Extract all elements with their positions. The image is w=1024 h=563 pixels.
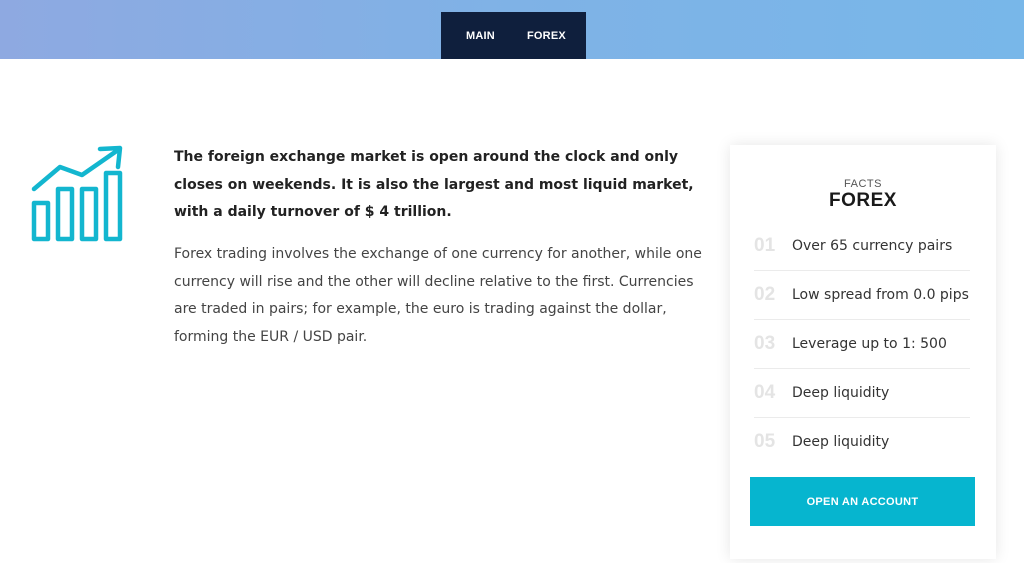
chart-bar-1: [31, 200, 51, 242]
nav-link-forex[interactable]: FOREX: [527, 30, 566, 42]
fact-number: 05: [754, 431, 776, 452]
facts-label: FACTS: [844, 178, 882, 190]
fact-number: 02: [754, 284, 776, 305]
chart-bar-4: [103, 170, 123, 242]
chart-bar-3: [79, 186, 99, 242]
fact-item: 01 Over 65 currency pairs: [754, 222, 970, 271]
fact-text: Deep liquidity: [792, 434, 890, 450]
body-paragraph: Forex trading involves the exchange of o…: [174, 246, 702, 345]
nav-link-main[interactable]: MAIN: [466, 30, 495, 42]
intro-paragraph: The foreign exchange market is open arou…: [174, 149, 694, 220]
fact-text: Deep liquidity: [792, 385, 890, 401]
chart-bar-2: [55, 186, 75, 242]
top-banner: MAIN FOREX: [0, 0, 1024, 59]
fact-item: 04 Deep liquidity: [754, 369, 970, 418]
growth-chart-icon: [31, 145, 123, 242]
fact-number: 01: [754, 235, 776, 256]
main-nav: MAIN FOREX: [441, 12, 586, 59]
fact-item: 02 Low spread from 0.0 pips: [754, 271, 970, 320]
open-account-button[interactable]: OPEN AN ACCOUNT: [750, 477, 975, 526]
fact-number: 03: [754, 333, 776, 354]
fact-item: 05 Deep liquidity: [754, 418, 970, 466]
fact-text: Over 65 currency pairs: [792, 238, 953, 254]
fact-text: Leverage up to 1: 500: [792, 336, 947, 352]
facts-list: 01 Over 65 currency pairs 02 Low spread …: [754, 222, 970, 466]
facts-card: FACTS FOREX 01 Over 65 currency pairs 02…: [730, 145, 996, 559]
fact-text: Low spread from 0.0 pips: [792, 287, 969, 303]
fact-number: 04: [754, 382, 776, 403]
facts-title: FOREX: [829, 190, 897, 211]
fact-item: 03 Leverage up to 1: 500: [754, 320, 970, 369]
